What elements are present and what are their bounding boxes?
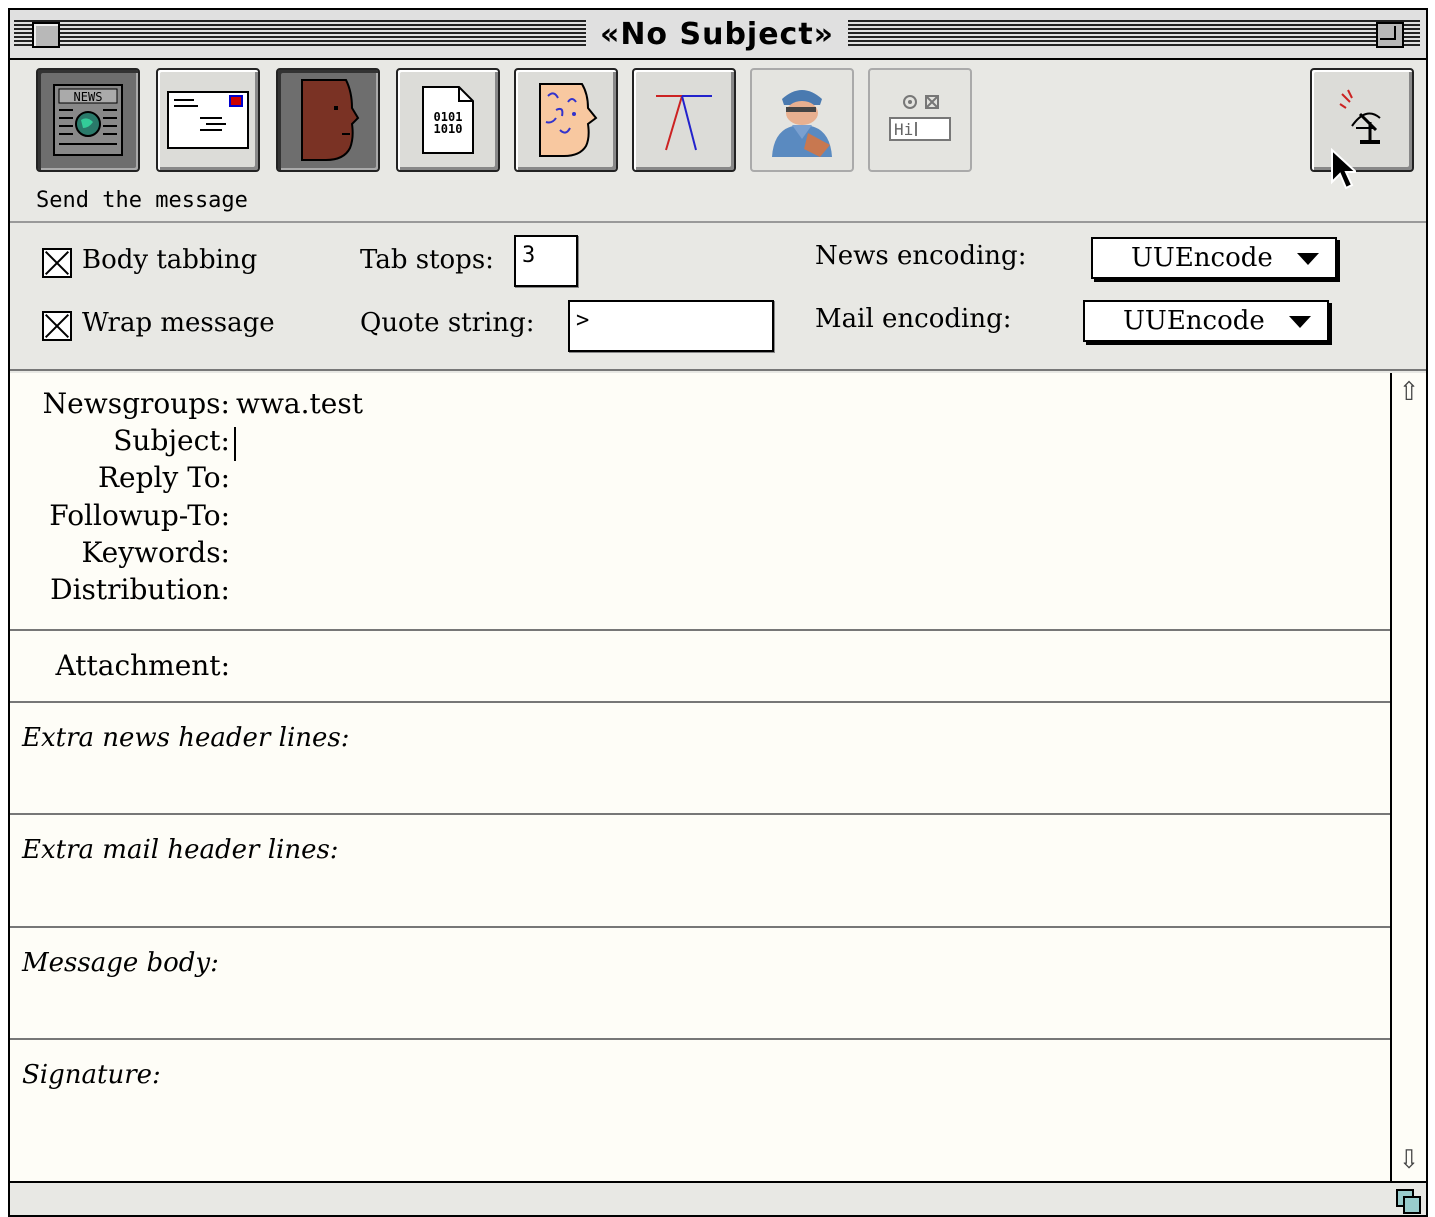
face-button[interactable] (276, 68, 380, 172)
news-encoding-label: News encoding: (815, 241, 1027, 271)
body-tabbing-label: Body tabbing (82, 245, 258, 275)
scroll-down-arrow-icon[interactable]: ⇩ (1394, 1143, 1424, 1177)
wrap-message-checkbox[interactable] (42, 311, 72, 341)
svg-text:NEWS: NEWS (74, 90, 103, 104)
subject-label: Subject: (113, 424, 230, 457)
news-encoding-popup[interactable]: UUEncode (1091, 237, 1337, 279)
message-body-label: Message body: (22, 948, 219, 978)
attachment-section[interactable]: Attachment: (10, 629, 1390, 701)
news-icon: NEWS (53, 84, 123, 156)
tab-stops-label: Tab stops: (360, 245, 494, 275)
quote-string-field[interactable]: > (568, 300, 774, 352)
distribution-label: Distribution: (50, 573, 230, 606)
scroll-up-arrow-icon[interactable]: ⇧ (1394, 375, 1424, 409)
pattern-face-icon (539, 83, 598, 157)
binary-file-icon: 0101 1010 (422, 86, 474, 154)
status-text: Send the message (36, 188, 248, 213)
mail-button[interactable] (156, 68, 260, 172)
branch-button[interactable] (632, 68, 736, 172)
window-title: «No Subject» (586, 16, 848, 54)
keywords-label: Keywords: (81, 536, 231, 569)
compose-window: «No Subject» NEWS 0101 1010 Hi Send the … (8, 8, 1428, 1217)
title-bar[interactable]: «No Subject» (10, 10, 1426, 60)
title-stripes-right (848, 20, 1420, 48)
branch-icon (656, 95, 712, 151)
zoom-box[interactable] (1376, 22, 1404, 48)
satellite-send-icon (1339, 89, 1381, 144)
toolbar: NEWS 0101 1010 Hi Send the message (10, 60, 1426, 223)
compose-content: Newsgroups: wwa.test Subject: Reply To: … (10, 373, 1390, 1181)
hi-icon: Hi (889, 95, 951, 141)
wrap-message-label: Wrap message (82, 308, 275, 338)
face-icon (301, 79, 360, 161)
mail-encoding-popup[interactable]: UUEncode (1083, 300, 1329, 342)
extra-news-header-label: Extra news header lines: (22, 723, 350, 753)
chevron-down-icon (1289, 316, 1311, 328)
signature-label: Signature: (22, 1060, 161, 1090)
title-stripes-left (14, 20, 586, 48)
signature-section[interactable]: Signature: (10, 1038, 1390, 1181)
chevron-down-icon (1297, 253, 1319, 265)
news-encoding-value: UUEncode (1131, 243, 1273, 273)
newsgroups-field[interactable]: wwa.test (236, 387, 363, 420)
mouse-pointer-icon (1331, 148, 1356, 190)
attachment-label: Attachment: (55, 649, 230, 682)
envelope-icon (167, 91, 249, 149)
body-tabbing-checkbox[interactable] (42, 248, 72, 278)
newsgroups-label: Newsgroups: (42, 387, 230, 420)
mail-encoding-label: Mail encoding: (815, 304, 1012, 334)
svg-text:Hi: Hi (894, 120, 913, 139)
spy-icon (772, 90, 832, 157)
reply-to-label: Reply To: (97, 461, 230, 494)
hi-button[interactable]: Hi (868, 68, 972, 172)
svg-text:1010: 1010 (434, 122, 463, 136)
followup-to-label: Followup-To: (49, 499, 230, 532)
options-panel: Body tabbing Wrap message Tab stops: 3 Q… (10, 225, 1426, 371)
extra-news-header-section[interactable]: Extra news header lines: (10, 701, 1390, 813)
vertical-scrollbar[interactable]: ⇧ ⇩ (1390, 373, 1426, 1181)
send-button[interactable] (1310, 68, 1414, 172)
news-button[interactable]: NEWS (36, 68, 140, 172)
tab-stops-field[interactable]: 3 (514, 235, 578, 287)
extra-mail-header-section[interactable]: Extra mail header lines: (10, 813, 1390, 926)
extra-mail-header-label: Extra mail header lines: (22, 835, 339, 865)
message-body-section[interactable]: Message body: (10, 926, 1390, 1038)
quote-string-label: Quote string: (360, 308, 535, 338)
pattern-face-button[interactable] (514, 68, 618, 172)
grow-box-icon[interactable] (1394, 1187, 1421, 1214)
bottom-bar (10, 1181, 1426, 1215)
spy-button[interactable] (750, 68, 854, 172)
mail-encoding-value: UUEncode (1123, 306, 1265, 336)
binary-button[interactable]: 0101 1010 (396, 68, 500, 172)
close-box[interactable] (32, 22, 60, 48)
text-caret (234, 427, 236, 461)
